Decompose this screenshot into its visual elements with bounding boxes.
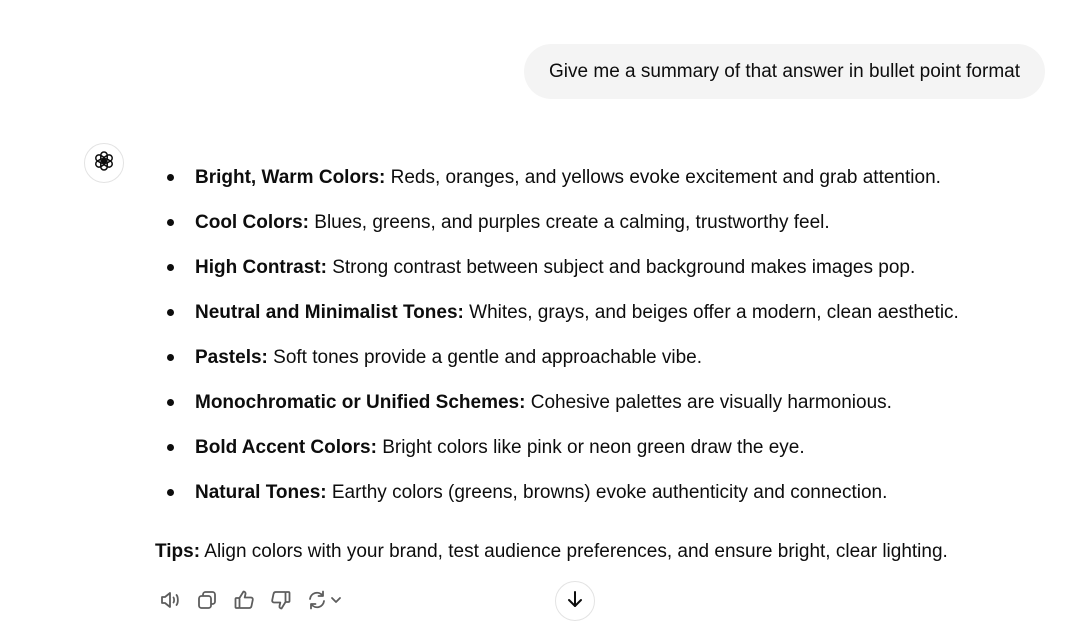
bullet-item: Bold Accent Colors: Bright colors like p… (160, 425, 959, 470)
bullet-text: Strong contrast between subject and back… (326, 257, 916, 278)
bullet-label: Bright, Warm Colors: (195, 167, 386, 188)
bullet-text: Whites, grays, and beiges offer a modern… (463, 302, 959, 323)
tips-paragraph: Tips: Align colors with your brand, test… (155, 535, 948, 569)
regenerate-button[interactable] (303, 587, 345, 617)
user-message-bubble: Give me a summary of that answer in bull… (524, 44, 1045, 99)
tips-text: Align colors with your brand, test audie… (200, 541, 948, 562)
chat-page: Give me a summary of that answer in bull… (0, 0, 1090, 640)
bullet-label: Cool Colors: (195, 212, 309, 233)
bullet-item: Bright, Warm Colors: Reds, oranges, and … (160, 155, 959, 200)
bullet-item: High Contrast: Strong contrast between s… (160, 245, 959, 290)
bullet-item: Neutral and Minimalist Tones: Whites, gr… (160, 290, 959, 335)
bullet-text: Blues, greens, and purples create a calm… (309, 212, 830, 233)
arrow-down-icon (564, 588, 586, 615)
bullet-label: Natural Tones: (195, 482, 327, 503)
bullet-item: Cool Colors: Blues, greens, and purples … (160, 200, 959, 245)
message-action-bar (155, 586, 352, 618)
thumbs-down-button[interactable] (266, 587, 296, 617)
thumbs-up-icon (232, 588, 256, 617)
thumbs-down-icon (269, 588, 293, 617)
read-aloud-icon (158, 588, 182, 617)
bullet-label: High Contrast: (195, 257, 327, 278)
bullet-text: Soft tones provide a gentle and approach… (267, 347, 703, 368)
chevron-down-icon (329, 593, 343, 612)
scroll-to-bottom-button[interactable] (555, 581, 595, 621)
bullet-label: Monochromatic or Unified Schemes: (195, 392, 526, 413)
bullet-text: Earthy colors (greens, browns) evoke aut… (326, 482, 888, 503)
bullet-label: Bold Accent Colors: (195, 437, 377, 458)
copy-icon (195, 588, 219, 617)
tips-label: Tips: (155, 541, 201, 562)
openai-logo-icon (92, 149, 116, 178)
user-message-text: Give me a summary of that answer in bull… (549, 61, 1020, 82)
bullet-text: Reds, oranges, and yellows evoke excitem… (385, 167, 941, 188)
regenerate-icon (305, 588, 329, 617)
bullet-text: Bright colors like pink or neon green dr… (376, 437, 805, 458)
copy-button[interactable] (192, 587, 222, 617)
bullet-text: Cohesive palettes are visually harmoniou… (525, 392, 892, 413)
assistant-avatar (84, 143, 124, 183)
read-aloud-button[interactable] (155, 587, 185, 617)
bullet-item: Pastels: Soft tones provide a gentle and… (160, 335, 959, 380)
bullet-label: Pastels: (195, 347, 268, 368)
bullet-label: Neutral and Minimalist Tones: (195, 302, 464, 323)
thumbs-up-button[interactable] (229, 587, 259, 617)
summary-bullet-list: Bright, Warm Colors: Reds, oranges, and … (160, 155, 959, 515)
bullet-item: Natural Tones: Earthy colors (greens, br… (160, 470, 959, 515)
bullet-item: Monochromatic or Unified Schemes: Cohesi… (160, 380, 959, 425)
